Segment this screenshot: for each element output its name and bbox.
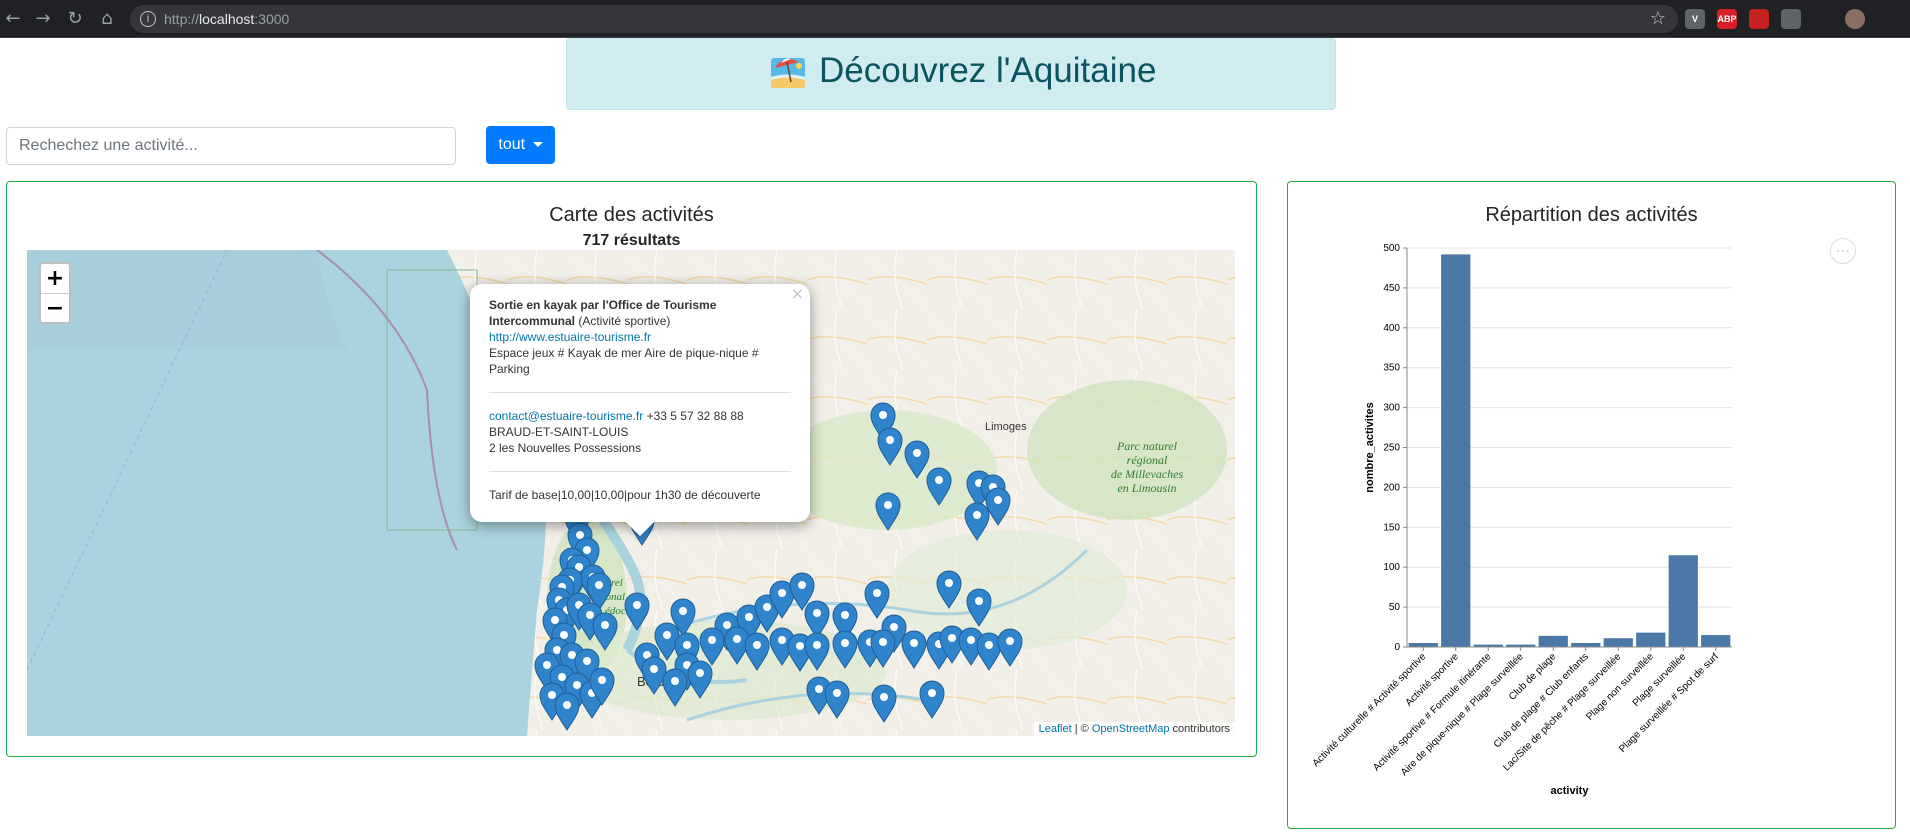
x-tick-label: Activité culturelle # Activité sportive <box>1311 651 1429 769</box>
x-axis-title: activity <box>1551 785 1590 797</box>
y-tick-label: 150 <box>1383 522 1400 533</box>
filter-label: tout <box>498 136 526 153</box>
attribution-separator: | © <box>1071 723 1092 735</box>
x-tick-label: Lac/Site de pêche # Plage surveillée <box>1501 651 1623 773</box>
attribution-tail: contributors <box>1169 723 1230 735</box>
y-tick-label: 250 <box>1383 443 1400 454</box>
zoom-out-button[interactable]: − <box>41 293 69 322</box>
osm-link[interactable]: OpenStreetMap <box>1092 723 1170 735</box>
bookmark-star-icon[interactable]: ☆ <box>1650 8 1666 29</box>
map-label-parc-limousin-1: Parc naturel <box>1116 439 1178 453</box>
map-label-parc-limousin-3: de Millevaches <box>1111 467 1184 481</box>
leaflet-link[interactable]: Leaflet <box>1039 723 1072 735</box>
header-banner: Découvrez l'Aquitaine <box>566 38 1336 110</box>
activity-popup: × Sortie en kayak par l'Office de Touris… <box>470 284 810 537</box>
zoom-in-button[interactable]: + <box>41 264 69 293</box>
popup-city: BRAUD-ET-SAINT-LOUIS <box>489 425 629 439</box>
extension-gray-icon[interactable] <box>1781 9 1801 29</box>
y-tick-label: 450 <box>1383 283 1400 294</box>
y-tick-label: 400 <box>1383 323 1400 334</box>
chart-bar <box>1538 635 1568 647</box>
activity-map[interactable]: Limoges Bordea Parc naturel régional de … <box>27 250 1235 736</box>
x-tick-label: Activité sportive # Formule itinérante <box>1371 651 1493 773</box>
map-card: Carte des activités 717 résultats Limoge… <box>6 181 1257 757</box>
popup-price: Tarif de base|10,00|10,00|pour 1h30 de d… <box>489 488 761 502</box>
map-card-title: Carte des activités <box>549 204 714 226</box>
adblock-icon[interactable]: ABP <box>1717 9 1737 29</box>
y-tick-label: 50 <box>1389 602 1401 613</box>
popup-divider <box>489 471 791 472</box>
results-count: 717 résultats <box>582 232 681 249</box>
chart-card: Répartition des activités 0 50 100 150 200 25… <box>1287 181 1896 829</box>
back-icon[interactable]: ← <box>2 8 24 30</box>
y-tick-label: 200 <box>1383 482 1400 493</box>
y-tick-label: 350 <box>1383 363 1400 374</box>
forward-icon[interactable]: → <box>32 8 54 30</box>
profile-avatar[interactable] <box>1845 9 1865 29</box>
vue-devtools-icon[interactable]: V <box>1685 9 1705 29</box>
puzzle-icon[interactable] <box>1813 9 1833 29</box>
popup-address: 2 les Nouvelles Possessions <box>489 441 642 455</box>
chart-bar <box>1408 643 1438 647</box>
caret-down-icon <box>532 142 543 148</box>
map-label-limoges: Limoges <box>985 421 1027 433</box>
chart-bar <box>1636 632 1666 647</box>
home-icon[interactable]: ⌂ <box>96 8 118 30</box>
zoom-control: + − <box>39 262 71 324</box>
map-label-parc-limousin-4: en Limousin <box>1117 481 1176 495</box>
address-bar[interactable]: i http://localhost:3000 ☆ <box>130 5 1678 33</box>
popup-phone: +33 5 57 32 88 88 <box>643 409 744 423</box>
y-tick-label: 300 <box>1383 403 1400 414</box>
popup-website-link[interactable]: http://www.estuaire-tourisme.fr <box>489 329 791 345</box>
chart-bar <box>1441 254 1471 647</box>
popup-features: Espace jeux # Kayak de mer Aire de pique… <box>489 346 759 376</box>
y-tick-label: 500 <box>1383 243 1400 254</box>
url-port: :3000 <box>254 11 290 27</box>
url-text[interactable]: http://localhost:3000 <box>164 11 289 27</box>
search-input[interactable] <box>6 127 456 165</box>
browser-toolbar: ← → ↻ ⌂ i http://localhost:3000 ☆ V ABP <box>0 0 1910 38</box>
map-attribution: Leaflet | © OpenStreetMap contributors <box>1033 722 1235 736</box>
map-label-parc-limousin-2: régional <box>1127 453 1168 467</box>
url-prefix: http:// <box>164 11 200 27</box>
category-filter-dropdown[interactable]: tout <box>486 126 555 164</box>
chart-bar <box>1668 555 1698 647</box>
site-info-icon[interactable]: i <box>140 11 156 27</box>
page-title: Découvrez l'Aquitaine <box>819 51 1157 90</box>
chart-actions-menu-button[interactable]: ··· <box>1830 238 1856 264</box>
activity-bar-chart: 0 50 100 150 200 250 300 350 400 450 500 Activité c… <box>1311 243 1732 797</box>
y-tick-label: 100 <box>1383 562 1400 573</box>
beach-umbrella-icon <box>771 58 805 88</box>
chart-bar <box>1701 635 1731 647</box>
popup-email-link[interactable]: contact@estuaire-tourisme.fr <box>489 409 643 423</box>
popup-divider <box>489 392 791 393</box>
popup-activity-type: (Activité sportive) <box>575 314 671 328</box>
close-icon[interactable]: × <box>791 286 804 302</box>
extension-red-icon[interactable] <box>1749 9 1769 29</box>
chart-bar <box>1571 643 1601 647</box>
reload-icon[interactable]: ↻ <box>64 8 86 30</box>
y-tick-label: 0 <box>1394 642 1400 653</box>
chart-bar <box>1603 638 1633 647</box>
url-host: localhost <box>199 11 255 27</box>
y-axis-title: nombre_activites <box>1364 402 1376 492</box>
